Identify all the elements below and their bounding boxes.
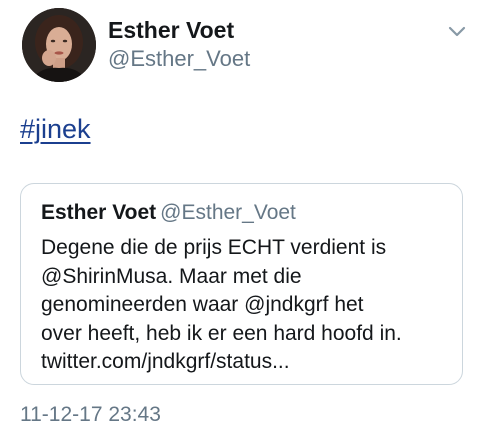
quoted-text-line: genomineerden waar @jndkgrf het bbox=[41, 293, 364, 316]
tweet: Esther Voet @Esther_Voet #jinek Esther V… bbox=[0, 0, 485, 440]
hashtag-link[interactable]: #jinek bbox=[20, 112, 91, 146]
quoted-author-display-name: Esther Voet bbox=[41, 201, 157, 224]
quoted-tweet-text: Degene die de prijs ECHT verdient is @Sh… bbox=[41, 234, 461, 377]
quoted-text-line: over heeft, heb ik er een hard hoofd in. bbox=[41, 321, 402, 345]
quoted-tweet-header: Esther Voet @Esther_Voet bbox=[41, 200, 296, 226]
avatar[interactable] bbox=[22, 8, 96, 82]
author-info[interactable]: Esther Voet @Esther_Voet bbox=[108, 16, 250, 73]
quoted-tweet-card[interactable]: Esther Voet @Esther_Voet Degene die de pr… bbox=[20, 183, 463, 385]
author-display-name[interactable]: Esther Voet bbox=[108, 16, 250, 44]
quoted-author-handle: @Esther_Voet bbox=[160, 201, 296, 224]
profile-photo-icon bbox=[22, 8, 96, 82]
author-handle[interactable]: @Esther_Voet bbox=[108, 45, 250, 73]
tweet-timestamp[interactable]: 11-12-17 23:43 bbox=[20, 402, 161, 428]
quoted-text-line: @ShirinMusa. Maar met die bbox=[41, 264, 302, 288]
quoted-text-line: twitter.com/jndkgrf/status... bbox=[41, 350, 290, 373]
chevron-down-icon bbox=[448, 26, 466, 37]
quoted-text-line: Degene die de prijs ECHT verdient is bbox=[41, 236, 387, 259]
tweet-menu-button[interactable] bbox=[447, 24, 467, 38]
